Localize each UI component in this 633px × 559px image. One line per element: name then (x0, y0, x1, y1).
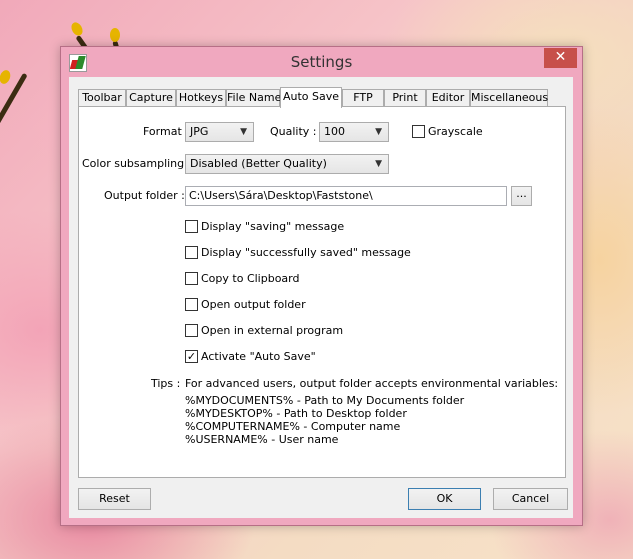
subsampling-label: Color subsampling : (82, 157, 192, 170)
tips-line: %MYDOCUMENTS% - Path to My Documents fol… (185, 394, 465, 407)
cancel-button[interactable]: Cancel (493, 488, 568, 510)
settings-window: Settings ✕ Toolbar Capture Hotkeys File … (60, 46, 583, 526)
output-folder-input[interactable]: C:\Users\Sára\Desktop\Faststone\ (185, 186, 507, 206)
window-title: Settings (290, 53, 353, 71)
tab-toolbar[interactable]: Toolbar (78, 89, 126, 106)
browse-button[interactable]: ... (511, 186, 532, 206)
tips-line: %MYDESKTOP% - Path to Desktop folder (185, 407, 407, 420)
quality-label: Quality : (270, 125, 317, 138)
title-bar[interactable]: Settings ✕ (61, 47, 582, 77)
checkbox-box[interactable] (412, 125, 425, 138)
tab-file-name[interactable]: File Name (226, 89, 281, 106)
quality-value: 100 (324, 125, 345, 138)
checkbox-box[interactable] (185, 298, 198, 311)
option-label: Open output folder (201, 298, 306, 311)
ok-button[interactable]: OK (408, 488, 481, 510)
format-select[interactable]: JPG ▼ (185, 122, 254, 142)
tips-line: %USERNAME% - User name (185, 433, 339, 446)
checkmark-icon: ✓ (186, 350, 197, 363)
tab-hotkeys[interactable]: Hotkeys (176, 89, 226, 106)
chevron-down-icon: ▼ (375, 127, 382, 137)
tab-editor[interactable]: Editor (426, 89, 470, 106)
tab-print[interactable]: Print (384, 89, 426, 106)
checkbox-box[interactable] (185, 246, 198, 259)
subsampling-value: Disabled (Better Quality) (190, 157, 327, 170)
tips-intro: For advanced users, output folder accept… (185, 377, 559, 390)
tips-line: %COMPUTERNAME% - Computer name (185, 420, 401, 433)
option-label: Activate "Auto Save" (201, 350, 316, 363)
quality-select[interactable]: 100 ▼ (319, 122, 389, 142)
tab-auto-save[interactable]: Auto Save (280, 87, 342, 108)
background-flower (0, 68, 13, 86)
background-flower (69, 20, 85, 38)
close-button[interactable]: ✕ (544, 48, 577, 68)
option-label: Display "saving" message (201, 220, 345, 233)
output-folder-label: Output folder : (104, 189, 185, 202)
tab-capture[interactable]: Capture (126, 89, 176, 106)
tab-miscellaneous[interactable]: Miscellaneous (470, 89, 548, 106)
checkbox-box[interactable] (185, 220, 198, 233)
checkbox-box[interactable] (185, 324, 198, 337)
tab-ftp[interactable]: FTP (342, 89, 384, 106)
format-value: JPG (190, 125, 209, 138)
dialog-client-area: Toolbar Capture Hotkeys File Name Auto S… (69, 77, 573, 518)
option-label: Copy to Clipboard (201, 272, 300, 285)
tips-label: Tips : (151, 377, 181, 390)
format-label: Format : (143, 125, 189, 138)
option-label: Display "successfully saved" message (201, 246, 411, 259)
chevron-down-icon: ▼ (240, 127, 247, 137)
chevron-down-icon: ▼ (375, 159, 382, 169)
grayscale-label: Grayscale (428, 125, 483, 138)
background-flower (110, 28, 120, 42)
reset-button[interactable]: Reset (78, 488, 151, 510)
checkbox-box[interactable]: ✓ (185, 350, 198, 363)
auto-save-panel: Format : JPG ▼ Quality : 100 ▼ Grayscale… (78, 106, 566, 478)
option-label: Open in external program (201, 324, 344, 337)
subsampling-select[interactable]: Disabled (Better Quality) ▼ (185, 154, 389, 174)
checkbox-box[interactable] (185, 272, 198, 285)
